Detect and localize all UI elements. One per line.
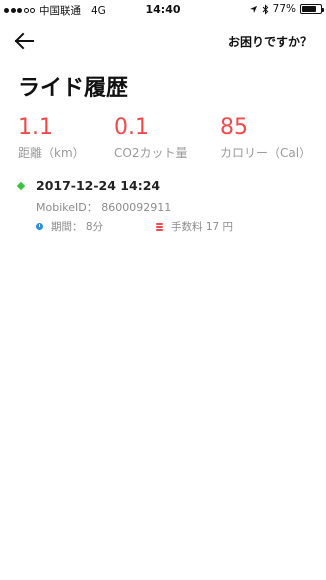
clock-icon (36, 223, 43, 230)
stat-co2: 0.1 CO2カット量 (114, 116, 187, 161)
status-right: 77% (249, 3, 324, 15)
record-marker-icon (16, 181, 26, 191)
ride-fee-text: 手数料 17 円 (171, 221, 234, 233)
nav-bar: お困りですか？ (0, 20, 326, 64)
stat-value: 85 (220, 115, 248, 140)
status-bar: 中国联通 4G 14:40 77% (0, 0, 326, 20)
ride-duration-text: 期間： 8分 (51, 221, 104, 233)
arrow-left-icon (14, 32, 34, 50)
coin-stack-icon (156, 222, 163, 231)
stat-value: 0.1 (114, 115, 149, 140)
stat-calories: 85 カロリー（Cal） (220, 116, 311, 161)
battery-level (302, 6, 316, 12)
stat-label: 距離（km） (18, 146, 85, 160)
ride-duration: 期間： 8分 (36, 219, 103, 234)
mobike-id: MobikeID： 8600092911 (36, 201, 172, 214)
location-arrow-icon (249, 5, 257, 13)
stat-label: カロリー（Cal） (220, 146, 312, 160)
stat-distance: 1.1 距離（km） (18, 116, 85, 161)
bluetooth-icon (262, 3, 268, 15)
battery-icon (300, 4, 324, 14)
stat-value: 1.1 (18, 115, 53, 140)
back-button[interactable] (12, 29, 40, 55)
ride-stats: 1.1 距離（km） 0.1 CO2カット量 85 カロリー（Cal） (18, 116, 318, 162)
battery-percent: 77% (272, 3, 296, 15)
page-title: ライド履歴 (18, 76, 129, 101)
ride-fee: 手数料 17 円 (156, 219, 233, 234)
help-link[interactable]: お困りですか？ (228, 33, 312, 50)
stat-label: CO2カット量 (114, 146, 188, 160)
ride-datetime: 2017-12-24 14:24 (36, 178, 161, 193)
